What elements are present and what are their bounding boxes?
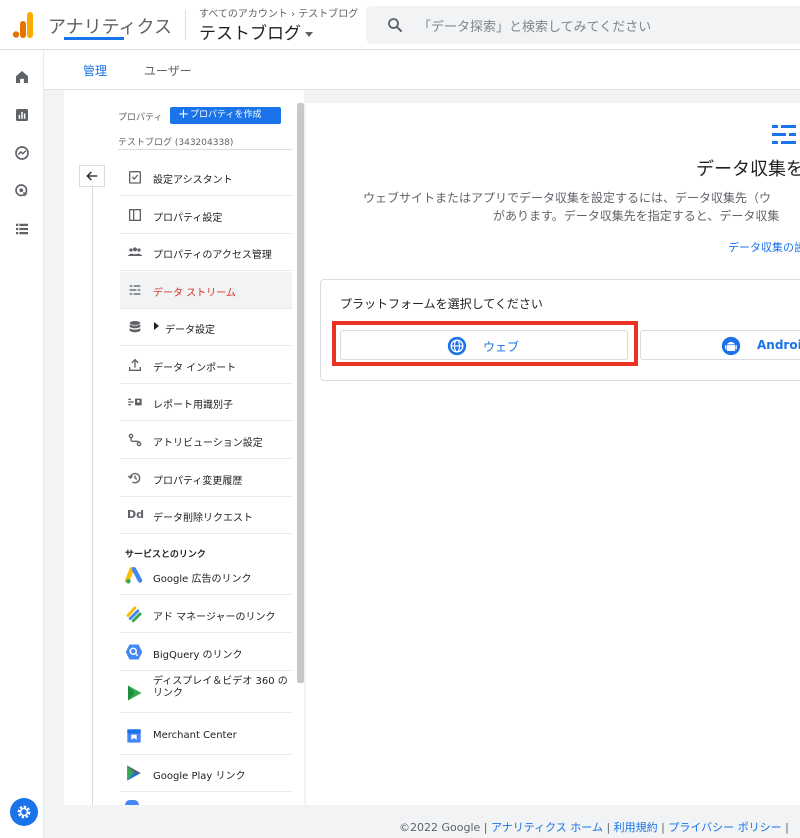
create-property-label: プロパティを作成 bbox=[190, 110, 262, 120]
gear-icon bbox=[17, 805, 31, 819]
nav-item-data-deletion[interactable]: Dd データ削除リクエスト bbox=[120, 497, 292, 534]
nav-item-dv360-link[interactable]: ディスプレイ＆ビデオ 360 のリンク bbox=[120, 671, 292, 713]
android-icon bbox=[721, 336, 741, 356]
highlight-annotation bbox=[332, 321, 638, 366]
nav-item-google-ads-link[interactable]: Google 広告のリンク bbox=[120, 558, 292, 595]
explore-icon[interactable] bbox=[13, 144, 31, 162]
nav-item-property-settings[interactable]: プロパティ設定 bbox=[120, 197, 292, 234]
search-icon bbox=[388, 18, 402, 32]
nav-item-label: プロパティのアクセス管理 bbox=[153, 250, 272, 261]
learn-more-link[interactable]: データ収集の設 bbox=[728, 239, 800, 255]
copyright: ©2022 Google bbox=[399, 821, 481, 834]
nav-item-google-play-link[interactable]: Google Play リンク bbox=[120, 755, 292, 792]
streams-icon bbox=[772, 125, 796, 144]
nav-item-merchant-center-link[interactable]: Merchant Center bbox=[120, 718, 292, 755]
merchant-center-icon bbox=[127, 729, 141, 743]
nav-item-attribution-settings[interactable]: アトリビューション設定 bbox=[120, 422, 292, 459]
tab-users[interactable]: ユーザー bbox=[144, 62, 192, 79]
nav-item-label: アド マネージャーのリンク bbox=[153, 612, 276, 623]
property-selector[interactable]: テストブログ bbox=[199, 19, 313, 44]
bigquery-icon bbox=[125, 644, 143, 660]
plus-icon: + bbox=[178, 107, 189, 122]
analytics-logo-icon[interactable] bbox=[12, 12, 34, 38]
history-icon bbox=[127, 472, 141, 484]
description-line-1: ウェブサイトまたはアプリでデータ収集を設定するには、データ収集先（ウ bbox=[363, 191, 772, 205]
nav-item-ad-manager-link[interactable]: アド マネージャーのリンク bbox=[120, 596, 292, 633]
home-icon[interactable] bbox=[13, 68, 31, 86]
nav-item-label: ディスプレイ＆ビデオ 360 のリンク bbox=[153, 676, 288, 699]
google-play-icon bbox=[127, 765, 141, 781]
nav-item-label: データ インポート bbox=[153, 363, 237, 374]
nav-item-label: Google Play リンク bbox=[153, 771, 246, 782]
window-icon bbox=[129, 209, 141, 221]
admin-tabs: 管理 ユーザー bbox=[44, 50, 800, 90]
upload-icon bbox=[129, 358, 141, 371]
footer-link-privacy[interactable]: プライバシー ポリシー bbox=[668, 821, 781, 834]
nav-item-label: データ設定 bbox=[165, 325, 215, 336]
search-input[interactable]: 「データ探索」と検索してみてください bbox=[418, 16, 651, 35]
platform-heading: プラットフォームを選択してください bbox=[340, 297, 543, 311]
admin-settings-button[interactable] bbox=[10, 798, 38, 826]
search-bar[interactable]: 「データ探索」と検索してみてください bbox=[366, 6, 800, 44]
active-tab-indicator bbox=[64, 37, 124, 40]
footer-link-analytics-home[interactable]: アナリティクス ホーム bbox=[491, 821, 603, 834]
tree-line bbox=[92, 187, 93, 805]
nav-item-label: 設定アシスタント bbox=[153, 175, 233, 186]
property-section-label: プロパティ bbox=[118, 113, 163, 123]
nav-item-setup-assistant[interactable]: 設定アシスタント bbox=[120, 159, 292, 196]
people-icon bbox=[127, 247, 143, 256]
top-bar: アナリティクス すべてのアカウント › テストブログ テストブログ 「データ探索… bbox=[0, 0, 800, 50]
property-name: テストブログ bbox=[199, 24, 301, 44]
nav-item-label: プロパティ変更履歴 bbox=[153, 476, 243, 487]
dd-icon: Dd bbox=[127, 508, 145, 521]
nav-item-data-import[interactable]: データ インポート bbox=[120, 347, 292, 384]
attribution-icon bbox=[128, 433, 142, 447]
arrow-left-icon bbox=[86, 171, 98, 181]
streams-icon bbox=[129, 285, 141, 295]
tab-admin[interactable]: 管理 bbox=[83, 62, 107, 79]
android-platform-button[interactable]: Android bbox=[640, 330, 800, 360]
nav-item-data-streams[interactable]: データ ストリーム bbox=[120, 272, 292, 309]
nav-item-label: レポート用識別子 bbox=[153, 400, 233, 411]
nav-scrollbar[interactable] bbox=[297, 103, 304, 683]
breadcrumb[interactable]: すべてのアカウント › テストブログ bbox=[199, 5, 358, 20]
dv360-icon bbox=[128, 685, 142, 701]
divider bbox=[118, 149, 292, 150]
identity-icon bbox=[128, 398, 142, 406]
nav-item-data-settings[interactable]: データ設定 bbox=[120, 309, 292, 346]
create-property-button[interactable]: + プロパティを作成 bbox=[170, 107, 281, 124]
database-icon bbox=[129, 321, 141, 333]
nav-item-label: BigQuery のリンク bbox=[153, 650, 243, 661]
expand-arrow-icon[interactable] bbox=[154, 322, 159, 330]
page-title: データ収集を bbox=[696, 159, 800, 180]
nav-item-label: データ削除リクエスト bbox=[153, 513, 253, 524]
nav-item-change-history[interactable]: プロパティ変更履歴 bbox=[120, 460, 292, 497]
next-link-icon bbox=[125, 800, 139, 805]
advertising-icon[interactable] bbox=[13, 182, 31, 200]
description-line-2: があります。データ収集先を指定すると、データ収集 bbox=[493, 209, 780, 223]
nav-item-bigquery-link[interactable]: BigQuery のリンク bbox=[120, 634, 292, 671]
divider bbox=[185, 10, 186, 40]
back-button[interactable] bbox=[79, 165, 105, 187]
footer: ©2022 Google | アナリティクス ホーム | 利用規約 | プライバ… bbox=[399, 821, 789, 834]
left-rail bbox=[0, 50, 44, 838]
nav-item-label: Merchant Center bbox=[153, 730, 237, 741]
google-ads-icon bbox=[125, 567, 143, 584]
reports-icon[interactable] bbox=[13, 106, 31, 124]
ad-manager-icon bbox=[126, 606, 142, 623]
chevron-down-icon bbox=[305, 31, 313, 37]
nav-item-label: プロパティ設定 bbox=[153, 213, 223, 224]
property-account-selector[interactable]: テストブログ (343204338) bbox=[118, 135, 233, 148]
nav-item-label: Google 広告のリンク bbox=[153, 574, 252, 585]
configure-icon[interactable] bbox=[13, 220, 31, 238]
checklist-icon bbox=[129, 171, 141, 184]
nav-item-access-management[interactable]: プロパティのアクセス管理 bbox=[120, 234, 292, 271]
android-platform-label: Android bbox=[757, 338, 800, 352]
footer-link-terms[interactable]: 利用規約 bbox=[614, 821, 658, 834]
nav-item-reporting-identity[interactable]: レポート用識別子 bbox=[120, 384, 292, 421]
app-title: アナリティクス bbox=[48, 17, 173, 38]
nav-item-label: アトリビューション設定 bbox=[153, 438, 263, 449]
nav-item-label: データ ストリーム bbox=[153, 288, 236, 299]
